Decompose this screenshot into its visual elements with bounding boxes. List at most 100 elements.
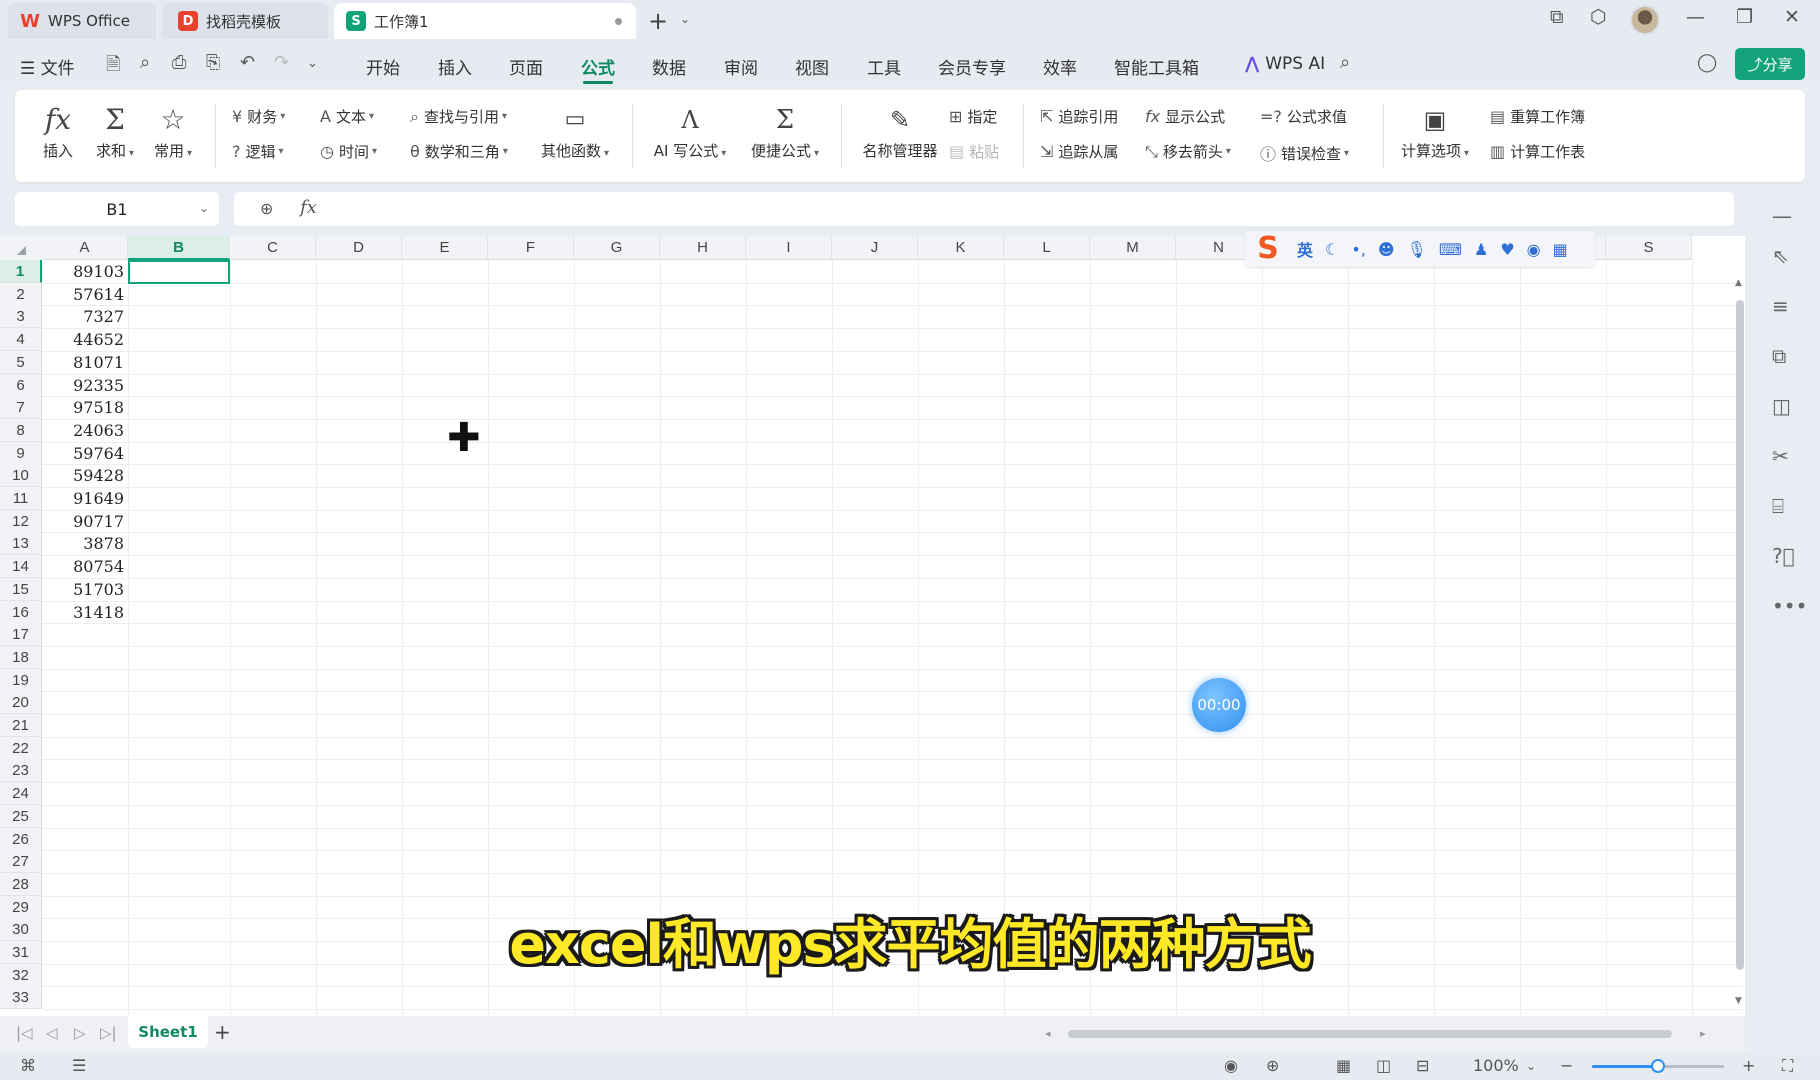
time-functions-button[interactable]: ◷ 时间 ▾: [320, 141, 377, 162]
cell-a4[interactable]: 44652: [42, 328, 126, 351]
calc-sheet-button[interactable]: ▥ 计算工作表: [1490, 141, 1585, 162]
row-header-15[interactable]: 15: [0, 577, 42, 601]
cell-a3[interactable]: 7327: [42, 305, 126, 328]
ime-mode-toggle[interactable]: 英: [1297, 237, 1313, 261]
redo-icon[interactable]: ↷: [274, 52, 289, 73]
row-header-21[interactable]: 21: [0, 714, 42, 737]
insert-function-button[interactable]: fx 插入: [28, 100, 88, 161]
layers-icon[interactable]: ⧉: [1772, 344, 1786, 368]
select-pointer-icon[interactable]: ⇖: [1772, 244, 1789, 268]
row-header-6[interactable]: 6: [0, 373, 42, 397]
sheet-list-icon[interactable]: ☰: [72, 1056, 86, 1075]
trace-precedents-button[interactable]: ⇱ 追踪引用: [1040, 106, 1118, 127]
input-method-toolbar[interactable]: S 英 ☾ •, ☻ 🎙 ⌨ ♟ ♥ ◉ ▦: [1245, 231, 1595, 267]
menu-file[interactable]: ☰ 文件: [20, 54, 75, 79]
next-sheet-icon[interactable]: ▷: [74, 1024, 86, 1042]
tab-view[interactable]: 视图: [795, 54, 829, 79]
print-preview-icon[interactable]: ⎘: [206, 52, 220, 73]
row-header-33[interactable]: 33: [0, 986, 42, 1010]
cell-a15[interactable]: 51703: [42, 578, 126, 601]
cell-a13[interactable]: 3878: [42, 532, 126, 555]
math-functions-button[interactable]: θ 数学和三角 ▾: [410, 141, 508, 162]
cell-a6[interactable]: 92335: [42, 374, 126, 397]
cell-a12[interactable]: 90717: [42, 510, 126, 533]
zoom-out-icon[interactable]: −: [1560, 1056, 1573, 1075]
page-layout-icon[interactable]: ◫: [1376, 1056, 1391, 1075]
emoji-icon[interactable]: ☻: [1378, 240, 1395, 259]
row-header-9[interactable]: 9: [0, 441, 42, 465]
book-icon[interactable]: ⌸: [1772, 494, 1784, 518]
fx-icon[interactable]: fx: [300, 197, 317, 218]
keyboard-icon[interactable]: ⌨: [1439, 240, 1462, 259]
page-break-icon[interactable]: ⊟: [1416, 1056, 1429, 1075]
row-header-26[interactable]: 26: [0, 827, 42, 851]
row-header-2[interactable]: 2: [0, 282, 42, 306]
lookup-functions-button[interactable]: ⌕ 查找与引用 ▾: [410, 106, 507, 127]
remove-arrows-button[interactable]: ⤡ 移去箭头 ▾: [1145, 141, 1231, 162]
row-header-13[interactable]: 13: [0, 532, 42, 556]
evaluate-formula-button[interactable]: =? 公式求值: [1260, 106, 1347, 127]
row-header-17[interactable]: 17: [0, 623, 42, 647]
tab-formula[interactable]: 公式: [581, 54, 615, 84]
share-button[interactable]: ⤴ 分享: [1735, 48, 1805, 80]
row-header-12[interactable]: 12: [0, 509, 42, 533]
paste-name-button[interactable]: ▤ 粘贴: [949, 141, 999, 162]
tab-page[interactable]: 页面: [509, 54, 543, 79]
cell-a16[interactable]: 31418: [42, 601, 126, 624]
fullscreen-icon[interactable]: ⛶: [1782, 1056, 1793, 1076]
minimize-icon[interactable]: —: [1686, 6, 1705, 28]
print-icon[interactable]: ⎙: [172, 52, 186, 73]
row-header-23[interactable]: 23: [0, 759, 42, 783]
recalc-workbook-button[interactable]: ▤ 重算工作簿: [1490, 106, 1585, 127]
column-header-l[interactable]: L: [1004, 236, 1090, 260]
text-functions-button[interactable]: A 文本 ▾: [320, 106, 374, 127]
find-icon[interactable]: ⌕: [140, 52, 150, 73]
finance-functions-button[interactable]: ¥ 财务 ▾: [232, 106, 285, 127]
tab-smart-toolbox[interactable]: 智能工具箱: [1114, 54, 1199, 79]
help-icon[interactable]: ?⃝: [1772, 544, 1795, 568]
calc-options-button[interactable]: ▣ 计算选项 ▾: [1390, 100, 1480, 161]
tab-member[interactable]: 会员专享: [938, 54, 1006, 79]
row-header-16[interactable]: 16: [0, 600, 42, 624]
chart-icon[interactable]: ◫: [1772, 394, 1791, 418]
column-header-d[interactable]: D: [316, 236, 402, 260]
user-icon[interactable]: ♟: [1474, 240, 1488, 259]
column-header-b[interactable]: B: [128, 236, 230, 260]
cell-a1[interactable]: 89103: [42, 260, 126, 283]
eye-protection-icon[interactable]: ◉: [1224, 1056, 1238, 1075]
row-header-14[interactable]: 14: [0, 555, 42, 579]
active-cell-b1[interactable]: [128, 260, 230, 284]
row-header-28[interactable]: 28: [0, 872, 42, 896]
skin-icon[interactable]: ♥: [1500, 240, 1514, 259]
column-header-j[interactable]: J: [832, 236, 918, 260]
row-header-5[interactable]: 5: [0, 350, 42, 374]
row-header-19[interactable]: 19: [0, 668, 42, 692]
tab-data[interactable]: 数据: [652, 54, 686, 79]
row-header-4[interactable]: 4: [0, 328, 42, 352]
avatar[interactable]: [1630, 5, 1660, 35]
show-formulas-button[interactable]: fx 显示公式: [1145, 106, 1225, 127]
scroll-down-icon[interactable]: ▼: [1735, 996, 1742, 1006]
cell-a11[interactable]: 91649: [42, 487, 126, 510]
tab-tools[interactable]: 工具: [867, 54, 901, 79]
spreadsheet-grid[interactable]: ABCDEFGHIJKLMNOPQRS 12345678910111213141…: [0, 236, 1745, 1016]
name-box[interactable]: B1 ⌄: [15, 192, 219, 226]
add-sheet-button[interactable]: +: [214, 1020, 231, 1044]
row-header-20[interactable]: 20: [0, 691, 42, 715]
cell-a10[interactable]: 59428: [42, 464, 126, 487]
row-header-22[interactable]: 22: [0, 736, 42, 760]
trace-dependents-button[interactable]: ⇲ 追踪从属: [1040, 141, 1118, 162]
row-header-10[interactable]: 10: [0, 464, 42, 488]
column-header-i[interactable]: I: [746, 236, 832, 260]
logic-functions-button[interactable]: ? 逻辑 ▾: [232, 141, 284, 162]
row-header-8[interactable]: 8: [0, 418, 42, 442]
column-header-h[interactable]: H: [660, 236, 746, 260]
row-header-11[interactable]: 11: [0, 487, 42, 510]
formula-input[interactable]: ⊕ fx: [234, 192, 1734, 226]
last-sheet-icon[interactable]: ▷|: [100, 1024, 117, 1042]
cube-icon[interactable]: ⬡: [1590, 6, 1607, 28]
row-header-24[interactable]: 24: [0, 782, 42, 806]
select-all-corner[interactable]: [0, 236, 42, 260]
scroll-up-icon[interactable]: ▲: [1735, 278, 1742, 288]
cell-a9[interactable]: 59764: [42, 442, 126, 465]
